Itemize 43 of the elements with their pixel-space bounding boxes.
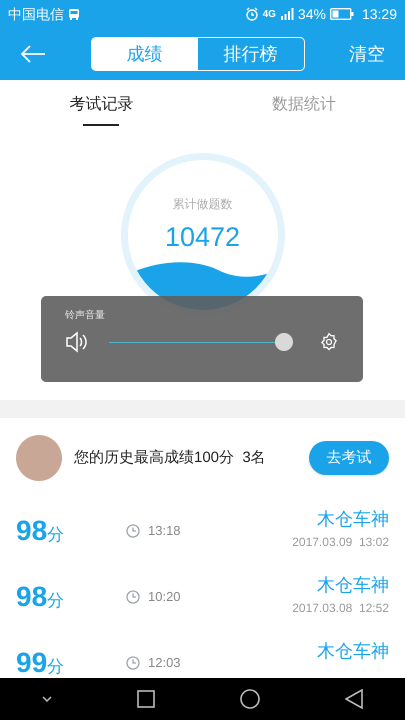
total-caption: 累计做题数 bbox=[172, 196, 232, 213]
network-label: 4G bbox=[262, 8, 276, 22]
battery-percent: 34% bbox=[298, 4, 326, 24]
clock-icon bbox=[126, 524, 140, 538]
record-tab[interactable]: 数据统计 bbox=[202, 80, 405, 130]
avatar bbox=[16, 435, 62, 481]
exam-date: 2017.03.08 12:52 bbox=[292, 600, 389, 617]
alarm-icon bbox=[244, 7, 259, 21]
chevron-down-icon[interactable] bbox=[42, 696, 52, 702]
clock-icon bbox=[126, 656, 140, 670]
user-name: 木仓车神 bbox=[317, 640, 389, 663]
segment-tab[interactable]: 排行榜 bbox=[198, 38, 304, 70]
take-exam-button[interactable]: 去考试 bbox=[309, 441, 389, 475]
clear-button[interactable]: 清空 bbox=[349, 40, 385, 68]
duration-text: 10:20 bbox=[148, 588, 181, 606]
score-value: 99 bbox=[16, 646, 48, 680]
volume-title: 铃声音量 bbox=[65, 308, 106, 323]
clock-time: 13:29 bbox=[362, 4, 397, 24]
score-unit: 分 bbox=[47, 524, 64, 546]
home-circle-icon[interactable] bbox=[240, 689, 260, 709]
square-icon[interactable] bbox=[137, 690, 156, 708]
duration-text: 12:03 bbox=[148, 654, 181, 672]
settings-icon[interactable] bbox=[319, 332, 339, 352]
signal-icon bbox=[280, 8, 294, 20]
speaker-icon[interactable] bbox=[65, 331, 89, 353]
battery-icon bbox=[330, 8, 354, 20]
total-count: 10472 bbox=[164, 220, 240, 254]
score-unit: 分 bbox=[47, 590, 64, 612]
user-name: 木仓车神 bbox=[317, 574, 389, 597]
back-arrow-icon[interactable] bbox=[20, 45, 46, 63]
duration-text: 13:18 bbox=[148, 522, 181, 540]
best-score-text: 您的历史最高成绩100分 3名 bbox=[74, 448, 266, 468]
score-value: 98 bbox=[16, 514, 48, 548]
clock-icon bbox=[126, 590, 140, 604]
record-tab[interactable]: 考试记录 bbox=[0, 80, 202, 130]
carrier-name: 中国电信 bbox=[8, 4, 64, 24]
score-value: 98 bbox=[16, 580, 48, 614]
exam-date: 2017.03.09 13:02 bbox=[292, 534, 389, 551]
back-triangle-icon[interactable] bbox=[344, 689, 363, 709]
bus-icon bbox=[68, 8, 80, 20]
segment-tab[interactable]: 成绩 bbox=[92, 38, 198, 70]
user-name: 木仓车神 bbox=[317, 508, 389, 531]
score-unit: 分 bbox=[47, 656, 64, 678]
